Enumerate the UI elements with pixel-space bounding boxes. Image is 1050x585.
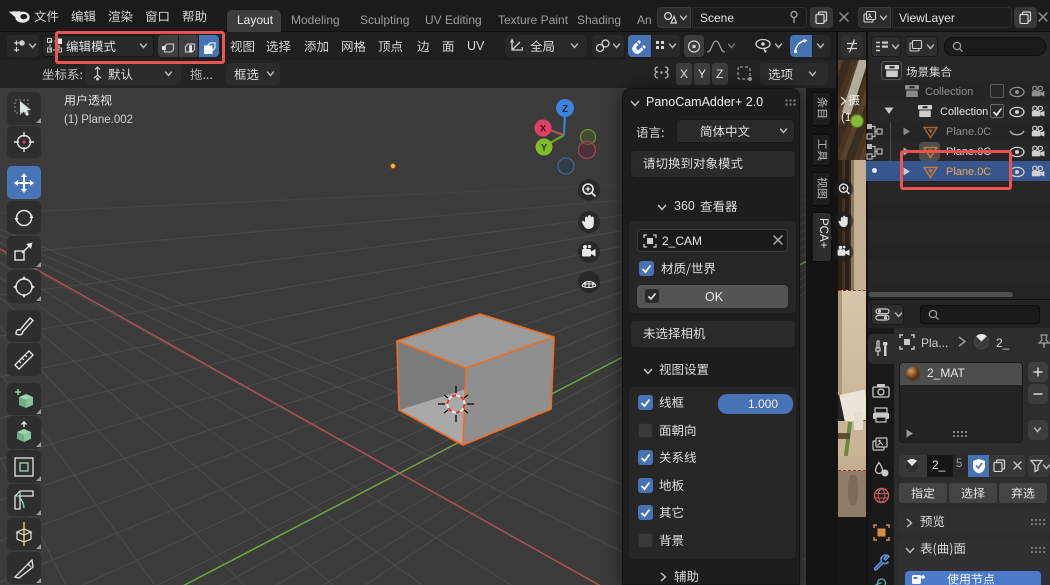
svg-text:Y: Y [541, 143, 548, 154]
svg-text:Z: Z [562, 104, 568, 115]
svg-text:X: X [540, 124, 547, 135]
